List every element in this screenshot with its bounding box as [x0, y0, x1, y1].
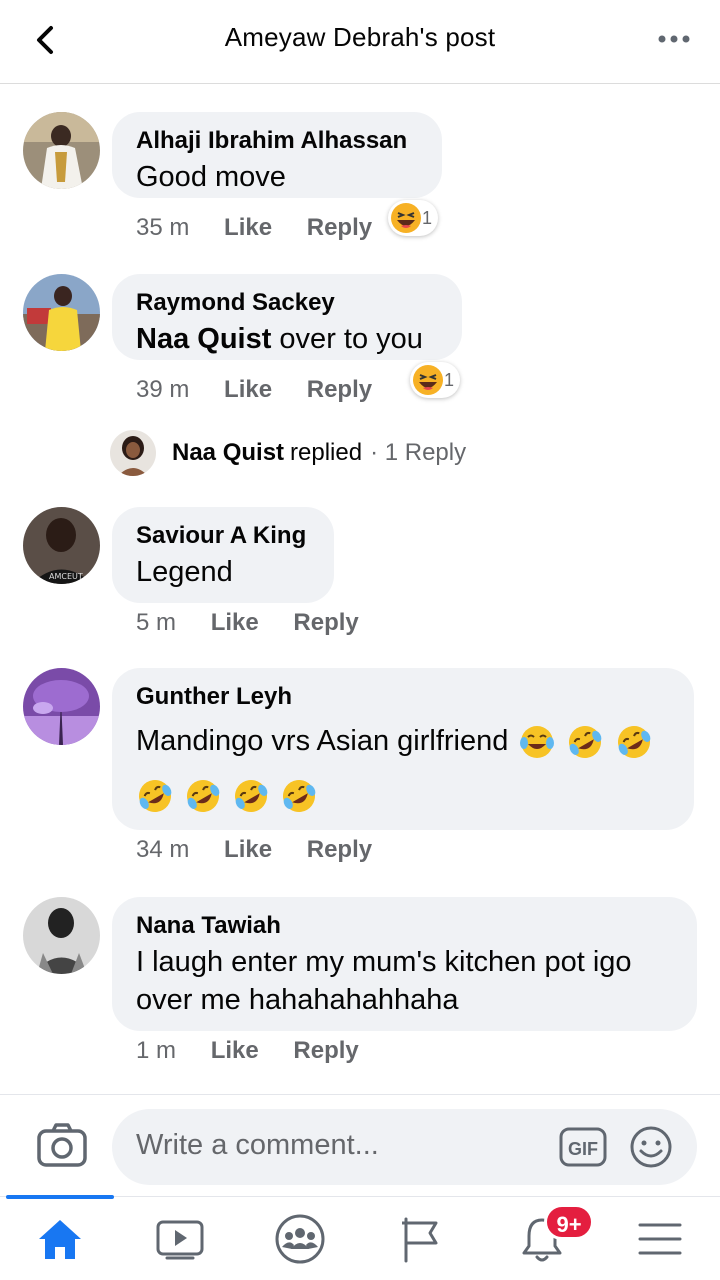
tab-home[interactable]	[30, 1211, 90, 1267]
haha-reaction-icon	[391, 203, 421, 233]
comment-input-placeholder: Write a comment...	[136, 1129, 379, 1161]
tab-menu[interactable]	[630, 1211, 690, 1267]
comment-composer: Write a comment... GIF	[0, 1094, 720, 1198]
gif-icon[interactable]: GIF	[559, 1127, 607, 1167]
page-title: Ameyaw Debrah's post	[224, 22, 496, 52]
reaction-count: 1	[444, 369, 455, 390]
flag-icon	[402, 1217, 438, 1263]
comment-bubble[interactable]: Saviour A King Legend	[112, 507, 334, 603]
avatar[interactable]	[23, 274, 100, 351]
rolling-laughing-emoji-icon	[283, 779, 316, 812]
comment-author[interactable]: Gunther Leyh	[136, 682, 670, 712]
post-header: Ameyaw Debrah's post	[0, 0, 720, 84]
reply-button[interactable]: Reply	[293, 1037, 358, 1064]
tears-of-joy-emoji-icon	[520, 726, 555, 759]
reply-count[interactable]: · 1 Reply	[370, 439, 466, 467]
comment-text: Good move	[136, 161, 286, 193]
reply-action: replied	[290, 439, 363, 466]
avatar[interactable]: AMCEUT	[23, 507, 100, 584]
avatar[interactable]	[23, 112, 100, 189]
comment-time: 39 m	[136, 376, 190, 403]
comment-bubble[interactable]: Gunther Leyh Mandingo vrs Asian girlfrie…	[112, 668, 694, 830]
active-tab-indicator	[6, 1195, 114, 1199]
like-button[interactable]: Like	[211, 1037, 259, 1064]
rolling-laughing-emoji-icon	[617, 726, 650, 759]
rolling-laughing-emoji-icon	[187, 779, 220, 812]
comment-text-continued: over me hahahahahhaha	[136, 984, 459, 1016]
like-button[interactable]: Like	[224, 214, 272, 241]
comment-actions: 1 m Like Reply	[136, 1037, 387, 1065]
groups-icon	[275, 1214, 325, 1264]
avatar[interactable]	[23, 668, 100, 745]
comment-time: 34 m	[136, 836, 190, 863]
view-replies-link[interactable]: Naa Quist replied · 1 Reply	[110, 429, 466, 477]
reply-button[interactable]: Reply	[307, 376, 372, 403]
more-options-icon[interactable]	[656, 26, 692, 52]
reaction-summary[interactable]: 1	[410, 362, 461, 398]
comment-text: Legend	[136, 556, 233, 588]
comment-actions: 5 m Like Reply	[136, 609, 387, 637]
reaction-count: 1	[422, 207, 433, 228]
reply-author[interactable]: Naa Quist	[172, 439, 284, 467]
video-icon	[156, 1220, 204, 1260]
gif-label: GIF	[568, 1139, 598, 1159]
tab-pages[interactable]	[390, 1211, 450, 1267]
comment-actions: 34 m Like Reply	[136, 836, 400, 864]
comment-text: I laugh enter my mum's kitchen pot igo	[136, 946, 632, 978]
rolling-laughing-emoji-icon	[235, 779, 268, 812]
bottom-navigation	[0, 1195, 720, 1280]
avatar	[110, 430, 156, 476]
like-button[interactable]: Like	[224, 836, 272, 863]
comment-author[interactable]: Alhaji Ibrahim Alhassan	[136, 126, 418, 156]
comment-time: 1 m	[136, 1037, 177, 1064]
comment-bubble[interactable]: Alhaji Ibrahim Alhassan Good move	[112, 112, 442, 198]
home-icon	[39, 1220, 81, 1259]
comment-time: 5 m	[136, 609, 177, 636]
rolling-laughing-emoji-icon	[139, 779, 172, 812]
comment-actions: 35 m Like Reply	[136, 214, 400, 242]
comment-text-body: over to you	[271, 323, 423, 355]
camera-icon[interactable]	[36, 1121, 88, 1169]
like-button[interactable]: Like	[211, 609, 259, 636]
comment-bubble[interactable]: Raymond Sackey Naa Quist over to you	[112, 274, 462, 360]
haha-reaction-icon	[413, 365, 443, 395]
comment-bubble[interactable]: Nana Tawiah I laugh enter my mum's kitch…	[112, 897, 697, 1031]
notification-badge: 9+	[544, 1204, 594, 1240]
emoji-picker-icon[interactable]	[629, 1125, 673, 1169]
comment-time: 35 m	[136, 214, 190, 241]
rolling-laughing-emoji-icon	[569, 726, 602, 759]
comment-actions: 39 m Like Reply	[136, 376, 400, 404]
comment-author[interactable]: Raymond Sackey	[136, 288, 438, 318]
svg-text:AMCEUT: AMCEUT	[49, 572, 83, 581]
reply-button[interactable]: Reply	[307, 836, 372, 863]
like-button[interactable]: Like	[224, 376, 272, 403]
avatar[interactable]	[23, 897, 100, 974]
reaction-summary[interactable]: 1	[388, 200, 439, 236]
comment-author[interactable]: Saviour A King	[136, 521, 310, 551]
comment-text: Naa Quist over to you	[136, 320, 438, 358]
comment-author[interactable]: Nana Tawiah	[136, 911, 673, 941]
comment-text-body: Mandingo vrs Asian girlfriend	[136, 725, 509, 757]
tab-groups[interactable]	[270, 1211, 330, 1267]
mention-link[interactable]: Naa Quist	[136, 323, 271, 355]
emoji-line	[134, 775, 670, 814]
reply-button[interactable]: Reply	[293, 609, 358, 636]
comment-text: Mandingo vrs Asian girlfriend	[136, 722, 670, 761]
comment-input[interactable]: Write a comment... GIF	[112, 1109, 697, 1185]
tab-watch[interactable]	[150, 1211, 210, 1267]
reply-button[interactable]: Reply	[307, 214, 372, 241]
hamburger-menu-icon	[638, 1223, 682, 1255]
